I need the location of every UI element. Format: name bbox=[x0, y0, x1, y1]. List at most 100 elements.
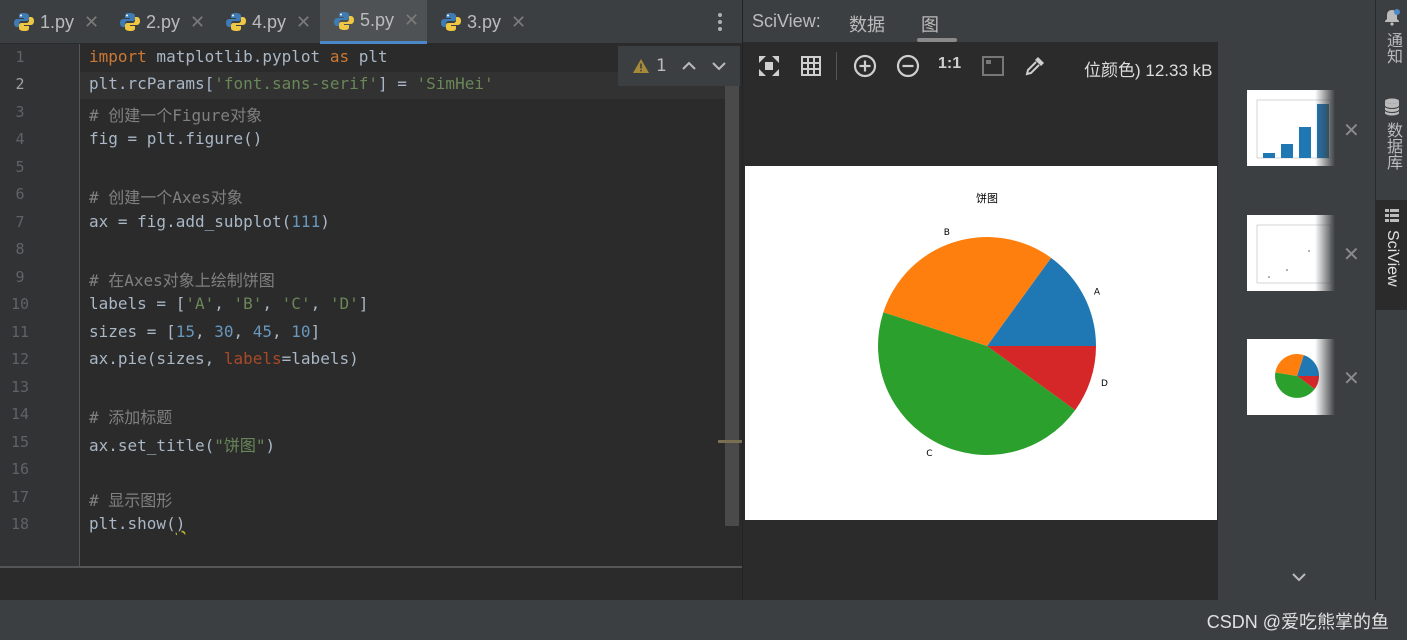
editor-tab-bar: 1.py ✕ 2.py ✕ 4.py ✕ 5.py ✕ 3.py ✕ bbox=[0, 0, 742, 44]
tab-data[interactable]: 数据 bbox=[849, 11, 885, 37]
tab-2-py[interactable]: 2.py ✕ bbox=[106, 0, 212, 44]
close-icon[interactable]: ✕ bbox=[1343, 242, 1360, 266]
tab-label: 2.py bbox=[146, 11, 181, 32]
grid-icon[interactable] bbox=[799, 54, 823, 78]
pie-label-c: C bbox=[926, 449, 932, 459]
code-text: plt bbox=[349, 47, 388, 66]
code-line-12[interactable]: ax.pie(sizes, labels=labels) bbox=[89, 349, 359, 368]
code-line-3[interactable]: # 创建一个Figure对象 bbox=[89, 102, 262, 126]
fit-icon[interactable] bbox=[757, 54, 781, 78]
zoom-out-icon[interactable] bbox=[896, 54, 920, 78]
code-line-10[interactable]: labels = ['A', 'B', 'C', 'D'] bbox=[89, 294, 368, 313]
string-literal: 'C' bbox=[281, 294, 311, 313]
editor-scrollbar[interactable] bbox=[725, 86, 739, 526]
actual-size-icon[interactable]: 1:1 bbox=[938, 55, 962, 79]
database-icon bbox=[1384, 98, 1400, 116]
string-literal: 'font.sans-serif' bbox=[214, 74, 378, 93]
scroll-marker bbox=[718, 440, 742, 443]
thumbnail-bar-chart[interactable] bbox=[1247, 90, 1335, 166]
code-line-2[interactable]: plt.rcParams['font.sans-serif'] = 'SimHe… bbox=[89, 74, 494, 93]
string-literal: 'A' bbox=[185, 294, 215, 313]
database-tool[interactable]: 数据库 bbox=[1376, 98, 1407, 182]
code-text: ) bbox=[265, 436, 276, 455]
sciview-panel: SciView: 数据 图 1:1 位颜色) 12.33 kB 饼图 A B C D bbox=[742, 0, 1375, 600]
code-text: , bbox=[310, 294, 330, 313]
close-icon[interactable]: ✕ bbox=[84, 12, 99, 33]
tab-plots[interactable]: 图 bbox=[921, 11, 939, 37]
code-line-14[interactable]: # 添加标题 bbox=[89, 404, 172, 428]
editor-divider bbox=[0, 566, 742, 568]
sciview-tool[interactable]: SciView bbox=[1376, 200, 1407, 310]
code-text: sizes = [ bbox=[89, 322, 176, 341]
line-number: 4 bbox=[15, 130, 25, 148]
tab-1-py[interactable]: 1.py ✕ bbox=[0, 0, 106, 44]
pie-chart: 饼图 A B C D bbox=[878, 191, 1108, 459]
line-number: 15 bbox=[10, 433, 30, 451]
python-file-icon bbox=[120, 12, 140, 32]
code-line-1[interactable]: import matplotlib.pyplot as plt bbox=[89, 47, 388, 66]
line-number: 8 bbox=[15, 240, 25, 258]
tab-label: 4.py bbox=[252, 11, 287, 32]
keyword: as bbox=[329, 47, 350, 66]
code-line-18[interactable]: plt.show() bbox=[89, 514, 185, 533]
chevron-up-icon[interactable] bbox=[681, 58, 697, 74]
sciview-icon bbox=[1385, 209, 1399, 222]
sciview-title: SciView: bbox=[752, 11, 821, 31]
tab-5-py[interactable]: 5.py ✕ bbox=[320, 0, 427, 44]
close-icon[interactable]: ✕ bbox=[1343, 366, 1360, 390]
status-bar bbox=[0, 600, 1407, 640]
line-number: 7 bbox=[15, 213, 25, 231]
code-text: ax.pie(sizes, bbox=[89, 349, 224, 368]
code-line-11[interactable]: sizes = [15, 30, 45, 10] bbox=[89, 322, 320, 341]
python-file-icon bbox=[226, 12, 246, 32]
code-line-17[interactable]: # 显示图形 bbox=[89, 487, 172, 511]
thumbnail-scatter-chart[interactable] bbox=[1247, 215, 1335, 291]
zoom-in-icon[interactable] bbox=[853, 54, 877, 78]
warning-indicator[interactable]: 1 bbox=[632, 56, 667, 76]
close-icon[interactable]: ✕ bbox=[511, 12, 526, 33]
code-text: ) bbox=[175, 514, 186, 533]
thumbnail-fade bbox=[1315, 215, 1335, 291]
right-tool-strip: 通知 数据库 SciView bbox=[1375, 0, 1407, 600]
code-line-4[interactable]: fig = plt.figure() bbox=[89, 129, 262, 148]
plot-canvas[interactable]: 饼图 A B C D bbox=[745, 166, 1217, 520]
line-number: 10 bbox=[10, 295, 30, 313]
line-number: 9 bbox=[15, 268, 25, 286]
number-literal: 10 bbox=[291, 322, 311, 341]
code-line-15[interactable]: ax.set_title("饼图") bbox=[89, 432, 275, 456]
code-line-6[interactable]: # 创建一个Axes对象 bbox=[89, 184, 243, 208]
number-literal: 15 bbox=[175, 322, 195, 341]
color-picker-icon[interactable] bbox=[1023, 54, 1047, 78]
close-icon[interactable]: ✕ bbox=[1343, 118, 1360, 142]
close-icon[interactable]: ✕ bbox=[296, 12, 311, 33]
line-number: 2 bbox=[15, 75, 25, 93]
code-editor[interactable]: 1 2 3 4 5 6 7 8 9 10 11 12 13 14 15 16 1… bbox=[0, 44, 742, 567]
code-text: , bbox=[214, 294, 234, 313]
code-line-9[interactable]: # 在Axes对象上绘制饼图 bbox=[89, 267, 275, 291]
toolbar-separator bbox=[836, 52, 837, 80]
more-tabs-icon[interactable] bbox=[712, 10, 728, 34]
chessboard-icon[interactable] bbox=[981, 54, 1005, 78]
active-tab-indicator bbox=[917, 38, 957, 42]
python-file-icon bbox=[334, 11, 354, 31]
line-number: 16 bbox=[10, 460, 30, 478]
code-line-7[interactable]: ax = fig.add_subplot(111) bbox=[89, 212, 330, 231]
string-literal: 'D' bbox=[329, 294, 359, 313]
pixel-info-label: 位颜色) 12.33 kB bbox=[1084, 61, 1213, 80]
close-icon[interactable]: ✕ bbox=[190, 12, 205, 33]
thumbnail-pie-chart[interactable] bbox=[1247, 339, 1335, 415]
tab-label: 1.py bbox=[40, 11, 75, 32]
line-number: 5 bbox=[15, 158, 25, 176]
tab-4-py[interactable]: 4.py ✕ bbox=[212, 0, 318, 44]
chevron-down-icon[interactable] bbox=[711, 58, 727, 74]
notifications-tool[interactable]: 通知 bbox=[1376, 8, 1407, 80]
chevron-down-icon[interactable] bbox=[1290, 568, 1308, 586]
line-number: 17 bbox=[10, 488, 30, 506]
line-number: 11 bbox=[10, 323, 30, 341]
inspection-widget[interactable]: 1 bbox=[618, 46, 740, 86]
tab-3-py[interactable]: 3.py ✕ bbox=[427, 0, 533, 44]
python-file-icon bbox=[441, 12, 461, 32]
thumbnail-fade bbox=[1315, 339, 1335, 415]
line-number: 1 bbox=[15, 48, 25, 66]
close-icon[interactable]: ✕ bbox=[404, 10, 419, 31]
